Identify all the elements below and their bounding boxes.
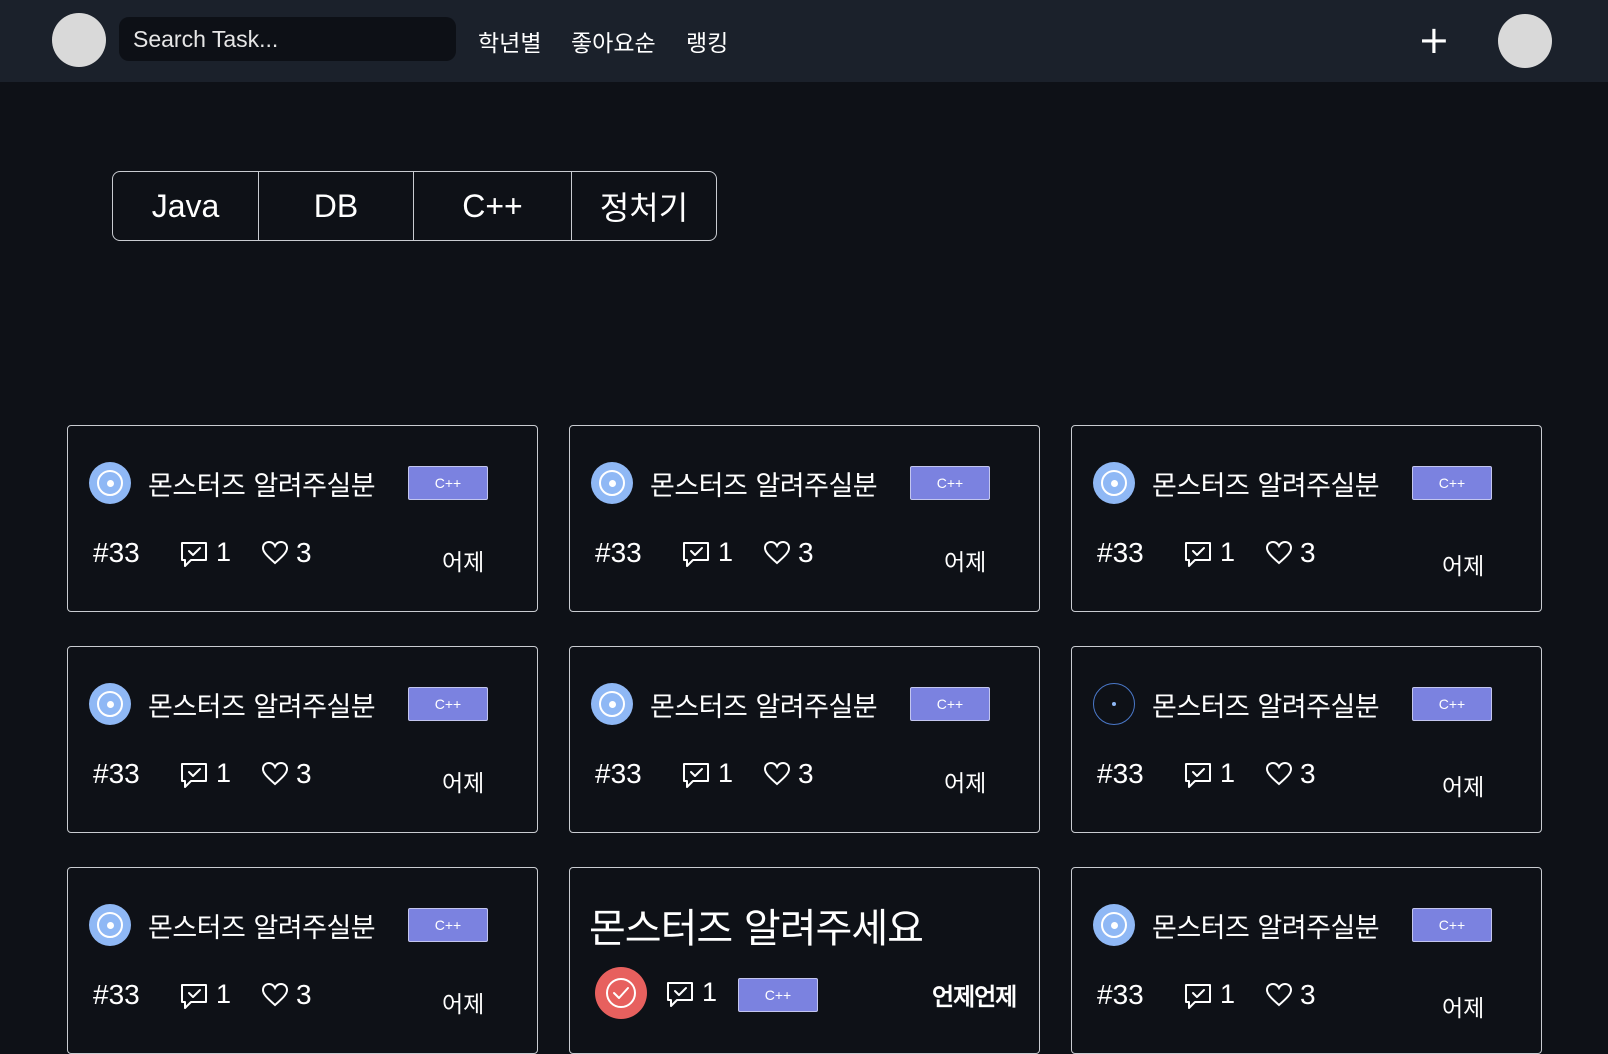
heart-icon (763, 540, 791, 565)
post-title: 몬스터즈 알려주세요 (589, 906, 924, 952)
comment-icon (181, 542, 207, 567)
post-number: #33 (93, 537, 140, 568)
user-avatar[interactable] (1498, 14, 1552, 68)
post-title: 몬스터즈 알려주실분 (148, 913, 376, 944)
heart-icon (763, 761, 791, 786)
comment-count: 1 (702, 977, 718, 1007)
comment-count: 1 (216, 758, 232, 788)
post-number: #33 (595, 537, 642, 568)
like-count: 3 (1300, 758, 1316, 789)
tag-badge: C++ (1412, 466, 1492, 500)
status-icon (1093, 462, 1135, 504)
status-icon (591, 683, 633, 725)
comment-icon (1185, 984, 1211, 1009)
tag-badge: C++ (910, 687, 990, 721)
status-icon (1093, 904, 1135, 946)
post-title: 몬스터즈 알려주실분 (650, 471, 878, 502)
status-icon (1093, 683, 1135, 725)
post-title: 몬스터즈 알려주실분 (1152, 692, 1380, 723)
post-number: #33 (1097, 537, 1144, 568)
like-count: 3 (296, 537, 312, 568)
top-nav-bar: 학년별 좋아요순 랭킹 + (0, 0, 1608, 82)
post-number: #33 (1097, 979, 1144, 1010)
tag-badge: C++ (1412, 687, 1492, 721)
post-date: 언제언제 (932, 983, 1017, 1011)
like-count: 3 (296, 758, 312, 789)
post-date: 어제 (944, 771, 987, 797)
tab-info-processing[interactable]: 정처기 (571, 172, 716, 240)
nav-by-grade[interactable]: 학년별 (478, 24, 541, 58)
tag-badge: C++ (408, 687, 488, 721)
post-card[interactable]: 몬스터즈 알려주실분 C++ #33 1 3 어제 (67, 646, 538, 833)
post-card[interactable]: 몬스터즈 알려주실분 C++ #33 1 3 어제 (67, 425, 538, 612)
like-count: 3 (798, 758, 814, 789)
logo-avatar[interactable] (52, 13, 106, 67)
heart-icon (261, 761, 289, 786)
post-title: 몬스터즈 알려주실분 (650, 692, 878, 723)
tab-cpp[interactable]: C++ (413, 172, 571, 240)
tab-db[interactable]: DB (258, 172, 413, 240)
post-number: #33 (93, 979, 140, 1010)
comment-count: 1 (1220, 979, 1236, 1009)
comment-count: 1 (216, 537, 232, 567)
comment-count: 1 (718, 758, 734, 788)
comment-count: 1 (1220, 537, 1236, 567)
completed-check-icon (595, 967, 647, 1019)
post-date: 어제 (944, 550, 987, 576)
heart-icon (1265, 982, 1293, 1007)
post-title: 몬스터즈 알려주실분 (148, 471, 376, 502)
comment-icon (181, 763, 207, 788)
comment-icon (667, 982, 693, 1007)
post-number: #33 (93, 758, 140, 789)
post-date: 어제 (1442, 775, 1485, 801)
post-date: 어제 (442, 992, 485, 1018)
comment-icon (1185, 763, 1211, 788)
tag-badge: C++ (408, 466, 488, 500)
comment-icon (683, 542, 709, 567)
tag-badge: C++ (408, 908, 488, 942)
post-date: 어제 (442, 550, 485, 576)
tag-badge: C++ (738, 978, 818, 1012)
post-card[interactable]: 몬스터즈 알려주실분 C++ #33 1 3 어제 (1071, 646, 1542, 833)
add-post-button[interactable]: + (1418, 18, 1450, 62)
post-title: 몬스터즈 알려주실분 (148, 692, 376, 723)
post-date: 어제 (442, 771, 485, 797)
nav-by-likes[interactable]: 좋아요순 (571, 24, 656, 58)
heart-icon (261, 540, 289, 565)
post-card[interactable]: 몬스터즈 알려주실분 C++ #33 1 3 어제 (1071, 425, 1542, 612)
like-count: 3 (1300, 537, 1316, 568)
post-title: 몬스터즈 알려주실분 (1152, 471, 1380, 502)
category-tabs: Java DB C++ 정처기 (112, 171, 717, 241)
comment-count: 1 (718, 537, 734, 567)
tab-java[interactable]: Java (113, 172, 258, 240)
post-date: 어제 (1442, 996, 1485, 1022)
nav-ranking[interactable]: 랭킹 (686, 24, 728, 58)
heart-icon (1265, 540, 1293, 565)
status-icon (591, 462, 633, 504)
comment-count: 1 (216, 979, 232, 1009)
post-card[interactable]: 몬스터즈 알려주실분 C++ #33 1 3 어제 (569, 425, 1040, 612)
heart-icon (261, 982, 289, 1007)
post-number: #33 (1097, 758, 1144, 789)
comment-icon (181, 984, 207, 1009)
search-input[interactable] (119, 17, 456, 61)
tag-badge: C++ (910, 466, 990, 500)
post-number: #33 (595, 758, 642, 789)
post-title: 몬스터즈 알려주실분 (1152, 913, 1380, 944)
post-date: 어제 (1442, 554, 1485, 580)
comment-icon (1185, 542, 1211, 567)
heart-icon (1265, 761, 1293, 786)
comment-count: 1 (1220, 758, 1236, 788)
like-count: 3 (798, 537, 814, 568)
status-icon (89, 683, 131, 725)
like-count: 3 (1300, 979, 1316, 1010)
tag-badge: C++ (1412, 908, 1492, 942)
post-card[interactable]: 몬스터즈 알려주실분 C++ #33 1 3 어제 (569, 646, 1040, 833)
status-icon (89, 462, 131, 504)
status-icon (89, 904, 131, 946)
like-count: 3 (296, 979, 312, 1010)
comment-icon (683, 763, 709, 788)
